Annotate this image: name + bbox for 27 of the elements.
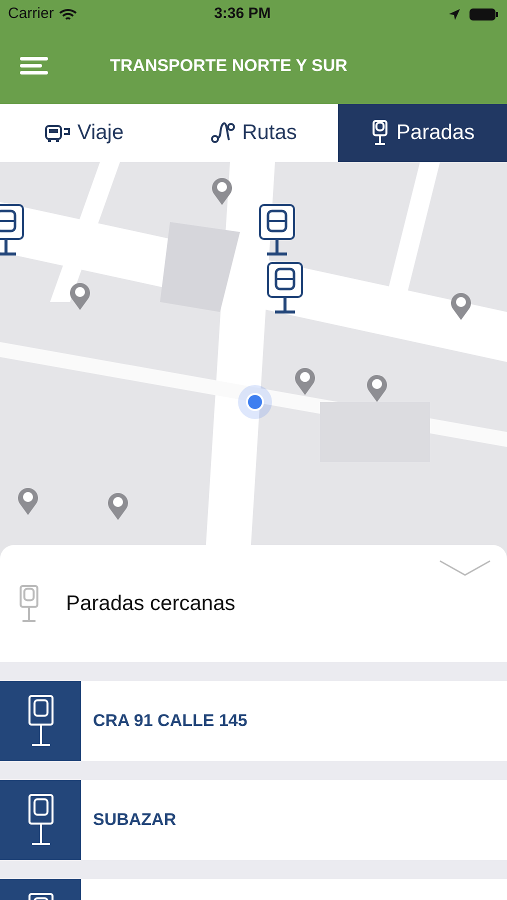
bus-icon: [45, 123, 72, 143]
stop-row[interactable]: CRA 91 CALLE 145: [0, 681, 507, 761]
sheet-title: Paradas cercanas: [66, 590, 236, 617]
clock-time: 3:36 PM: [214, 4, 271, 24]
location-arrow-icon: [448, 8, 461, 20]
bus-stop-marker-icon: [267, 262, 303, 314]
map-pin-icon: [450, 291, 472, 321]
stop-name: SUBAZAR: [93, 809, 176, 832]
app-title: TRANSPORTE NORTE Y SUR: [110, 55, 348, 78]
map-pin-icon: [366, 373, 388, 403]
stop-name: CRA 91 CALLE 145: [93, 710, 248, 732]
route-icon: [210, 120, 236, 146]
current-location-icon: [237, 384, 273, 420]
menu-icon[interactable]: [20, 56, 50, 76]
collapse-chevron-icon[interactable]: [439, 559, 491, 577]
battery-icon: [468, 8, 499, 20]
carrier-label: Carrier: [8, 4, 54, 24]
map-pin-icon: [211, 176, 233, 206]
wifi-icon: [58, 8, 77, 20]
map-pin-icon: [69, 281, 91, 311]
map-pin-icon: [294, 366, 316, 396]
tab[interactable]: Paradas: [338, 104, 507, 162]
map-pin-icon: [17, 486, 39, 516]
map-pin-icon: [107, 491, 129, 521]
stop-row[interactable]: SUBAZAR: [0, 780, 507, 860]
bus-stop-marker-icon: [259, 204, 295, 256]
bus-stop-icon: [370, 120, 390, 146]
